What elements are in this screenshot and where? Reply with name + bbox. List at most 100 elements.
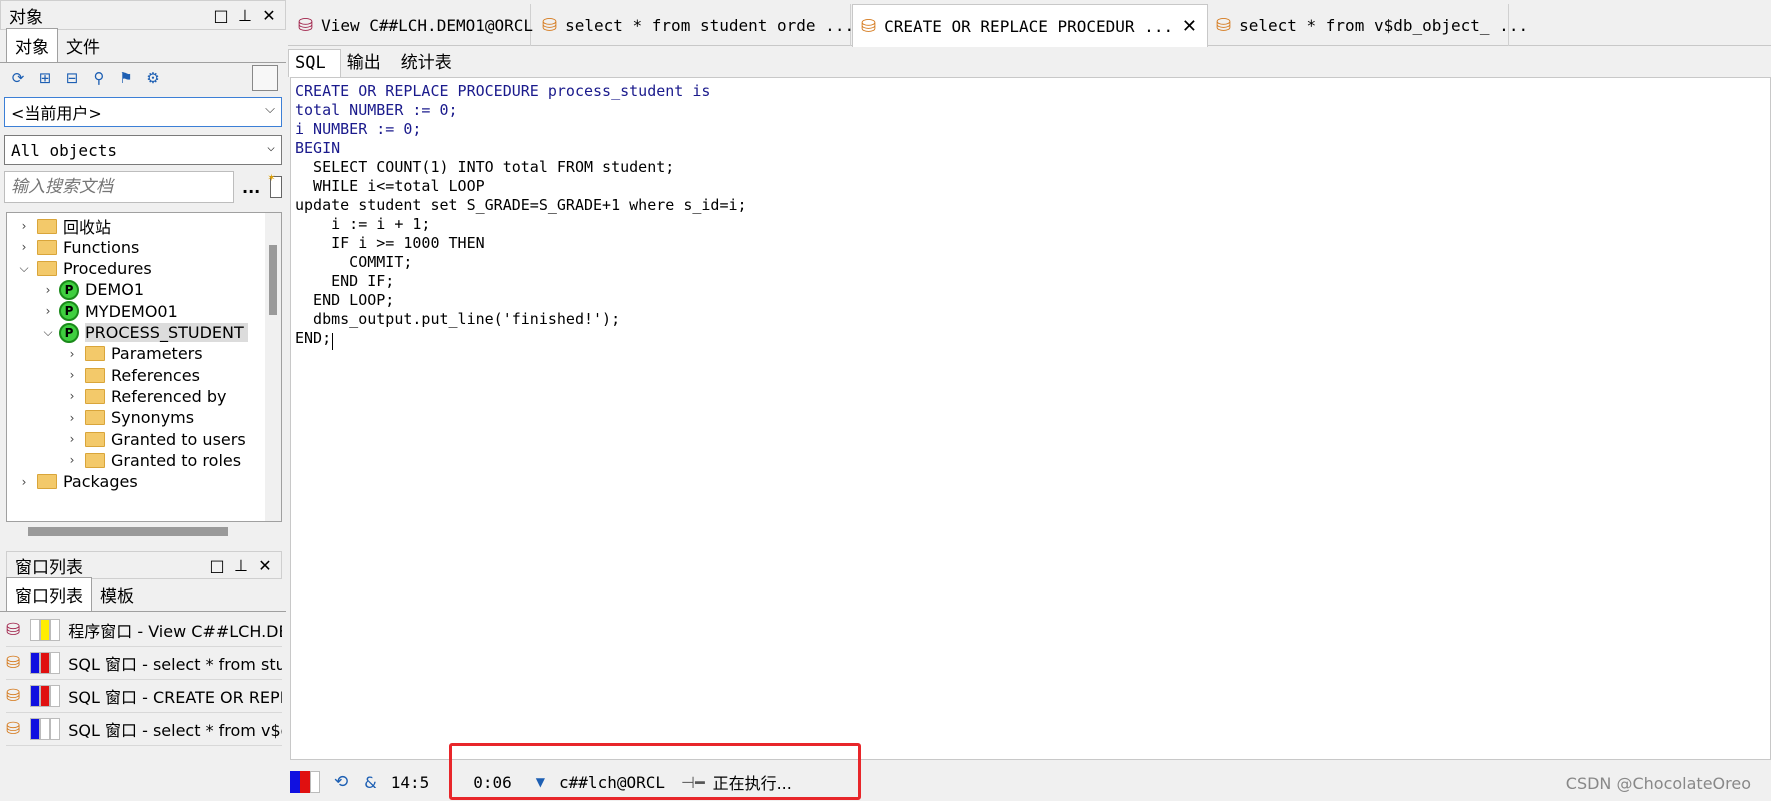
window-list-item[interactable]: ⛁ SQL 窗口 - CREATE OR REPLACE (6, 680, 282, 713)
tree-node[interactable]: ⌵ P PROCESS_STUDENT (41, 322, 248, 344)
folder-icon (37, 218, 57, 234)
chevron-right-icon[interactable]: › (65, 453, 79, 467)
code-line[interactable]: update student set S_GRADE=S_GRADE+1 whe… (295, 196, 747, 215)
tree-node[interactable]: › Synonyms (65, 407, 195, 429)
restore-icon[interactable]: □ (209, 556, 225, 575)
sql-editor[interactable]: CREATE OR REPLACE PROCEDURE process_stud… (290, 77, 1771, 760)
more-button[interactable]: ... (242, 178, 260, 197)
code-line[interactable]: IF i >= 1000 THEN (295, 234, 747, 253)
tree-node[interactable]: › Parameters (65, 343, 203, 365)
collapse-icon[interactable]: ⊟ (64, 69, 80, 87)
expand-icon[interactable]: ⊞ (37, 69, 53, 87)
chevron-right-icon[interactable]: › (65, 411, 79, 425)
chevron-right-icon[interactable]: › (17, 219, 31, 233)
tree-node[interactable]: › References (65, 364, 200, 386)
tree-node[interactable]: › P DEMO1 (41, 279, 144, 301)
pin-icon[interactable]: ⊥ (233, 556, 249, 575)
window-list-item[interactable]: ⛁ SQL 窗口 - select * from student (6, 647, 282, 680)
code-line[interactable]: END; (295, 329, 747, 348)
filter-icon[interactable]: ⚑ (118, 69, 134, 87)
sql-window-icon: ⛁ (542, 14, 558, 36)
refresh-icon[interactable]: ⟲ (334, 772, 348, 792)
pin-icon[interactable]: ⊥ (237, 6, 253, 25)
window-list-label: SQL 窗口 - CREATE OR REPLACE (68, 688, 282, 707)
tree-hscroll-thumb[interactable] (28, 527, 228, 536)
tree-node[interactable]: › Functions (17, 236, 140, 258)
tree-node[interactable]: ⌵ Procedures (17, 258, 152, 280)
code-line[interactable]: BEGIN (295, 139, 747, 158)
code-line[interactable]: dbms_output.put_line('finished!'); (295, 310, 747, 329)
code-line[interactable]: CREATE OR REPLACE PROCEDURE process_stud… (295, 82, 747, 101)
code-line[interactable]: WHILE i<=total LOOP (295, 177, 747, 196)
tab-sql[interactable]: SQL (288, 49, 341, 77)
editor-subtabs: SQL 输出 统计表 (288, 47, 1771, 77)
close-tab-icon[interactable]: ✕ (1182, 16, 1197, 37)
code-line[interactable]: total NUMBER := 0; (295, 101, 747, 120)
editor-tab[interactable]: ⛁ select * from v$db_object_ ... (1208, 4, 1528, 46)
window-list-header: 窗口列表 □ ⊥ ✕ (6, 551, 282, 579)
editor-tab[interactable]: ⛁ View C##LCH.DEMO1@ORCL (290, 4, 533, 46)
tree-node-label: Referenced by (111, 386, 227, 406)
chevron-right-icon[interactable]: › (65, 432, 79, 446)
user-select[interactable]: <当前用户> ⌵ (4, 97, 282, 127)
refresh-icon[interactable]: ⟳ (10, 69, 26, 87)
chevron-down-icon[interactable]: ⌵ (41, 325, 55, 340)
code-line[interactable]: i NUMBER := 0; (295, 120, 747, 139)
close-icon[interactable]: ✕ (261, 6, 277, 25)
status-color-indicator (290, 771, 320, 793)
chevron-right-icon[interactable]: › (65, 389, 79, 403)
tab-output[interactable]: 输出 (341, 45, 395, 77)
window-list-item[interactable]: ⛁ 程序窗口 - View C##LCH.DEMO1@ORCL (6, 614, 282, 647)
close-icon[interactable]: ✕ (257, 556, 273, 575)
tree-node-label: Procedures (63, 259, 152, 279)
editor-tab-bar: ⛁ View C##LCH.DEMO1@ORCL ⛁ select * from st… (288, 0, 1771, 47)
chevron-right-icon[interactable]: › (17, 240, 31, 254)
tab-objects[interactable]: 对象 (6, 28, 58, 62)
chevron-down-icon[interactable]: ⌵ (17, 261, 31, 276)
tab-templates[interactable]: 模板 (92, 578, 142, 611)
chevron-right-icon[interactable]: › (17, 475, 31, 489)
find-icon[interactable]: ⚲ (91, 69, 107, 87)
code-line[interactable]: SELECT COUNT(1) INTO total FROM student; (295, 158, 747, 177)
code-area[interactable]: CREATE OR REPLACE PROCEDURE process_stud… (295, 82, 747, 350)
search-input[interactable] (4, 171, 234, 203)
chevron-right-icon[interactable]: › (65, 347, 79, 361)
objects-select[interactable]: All objects ⌵ (4, 135, 282, 165)
folder-icon (85, 346, 105, 362)
code-line[interactable]: END LOOP; (295, 291, 747, 310)
folder-icon (85, 452, 105, 468)
tree-vscrollbar[interactable] (265, 213, 281, 521)
window-list-item[interactable]: ⛁ SQL 窗口 - select * from v$db (6, 713, 282, 746)
new-document-icon[interactable]: ✶ (267, 173, 282, 198)
tree-node[interactable]: › P MYDEMO01 (41, 300, 178, 322)
code-line[interactable]: END IF; (295, 272, 747, 291)
window-color-swatches (30, 619, 61, 641)
color-swatch (50, 652, 61, 674)
editor-tab[interactable]: ⛁ select * from student orde ... (534, 4, 855, 46)
editor-tab[interactable]: ⛁ CREATE OR REPLACE PROCEDUR ... ✕ (852, 4, 1208, 47)
code-line[interactable]: i := i + 1; (295, 215, 747, 234)
tree-node[interactable]: › Referenced by (65, 385, 227, 407)
tree-node[interactable]: › Granted to users (65, 428, 246, 450)
code-line[interactable]: COMMIT; (295, 253, 747, 272)
tab-window-list[interactable]: 窗口列表 (6, 577, 92, 611)
color-swatch (30, 619, 41, 641)
tree-node[interactable]: › Packages (17, 471, 138, 493)
chevron-right-icon[interactable]: › (41, 304, 55, 318)
editor-tab-label: select * from student orde ... (565, 15, 855, 35)
chevron-right-icon[interactable]: › (41, 283, 55, 297)
tree-node[interactable]: › 回收站 (17, 215, 111, 237)
toolbar-box-button[interactable] (252, 65, 278, 91)
tab-files[interactable]: 文件 (58, 29, 108, 62)
left-panel: 对象 □ ⊥ ✕ 对象 文件 ⟳ ⊞ ⊟ ⚲ ⚑ ⚙ <当前用户> ⌵ All … (0, 0, 286, 801)
tree-vscroll-thumb[interactable] (269, 245, 277, 315)
program-window-icon: ⛁ (6, 620, 21, 640)
tree-node[interactable]: › Granted to roles (65, 449, 241, 471)
folder-icon (85, 388, 105, 404)
window-list-label: SQL 窗口 - select * from student (68, 655, 282, 674)
properties-icon[interactable]: ⚙ (145, 69, 161, 87)
restore-icon[interactable]: □ (213, 6, 229, 25)
highlight-box (449, 743, 861, 800)
tab-statistics[interactable]: 统计表 (395, 45, 466, 77)
chevron-right-icon[interactable]: › (65, 368, 79, 382)
